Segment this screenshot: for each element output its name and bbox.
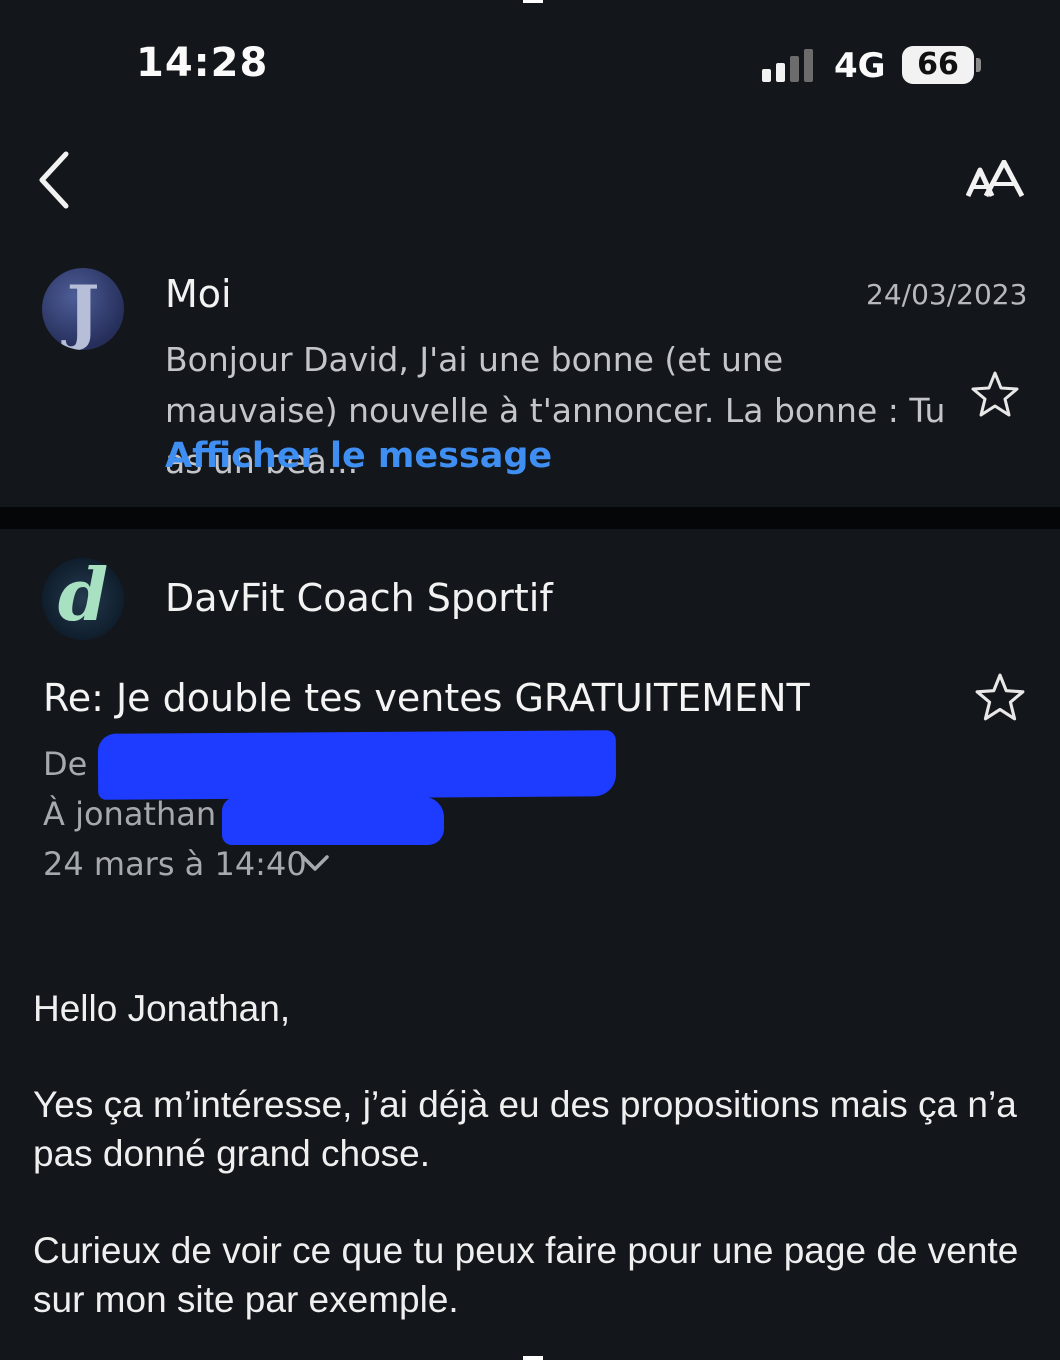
- status-time: 14:28: [136, 40, 269, 86]
- show-message-link[interactable]: Afficher le message: [165, 436, 552, 476]
- top-indicator: [523, 0, 543, 3]
- email-greeting: Hello Jonathan,: [33, 988, 291, 1029]
- email-datetime[interactable]: 24 mars à 14:40: [43, 845, 307, 883]
- email-subject: Re: Je double tes ventes GRATUITEMENT: [43, 676, 810, 720]
- email-sender: DavFit Coach Sportif: [165, 576, 553, 620]
- redaction-mark: [222, 797, 444, 845]
- email-paragraph: Curieux de voir ce que tu peux faire pou…: [33, 1230, 1019, 1320]
- message-divider: [0, 507, 1060, 529]
- signal-icon: [762, 48, 818, 82]
- redaction-mark: [97, 730, 617, 800]
- star-icon[interactable]: [970, 370, 1020, 420]
- network-type: 4G: [834, 46, 886, 86]
- bottom-indicator: [523, 1356, 543, 1360]
- sender-avatar: d: [42, 558, 124, 640]
- to-field[interactable]: À jonathan: [43, 795, 216, 833]
- chevron-left-icon: [39, 151, 69, 209]
- preview-date: 24/03/2023: [866, 278, 1028, 311]
- avatar-letter: J: [66, 270, 100, 350]
- preview-sender: Moi: [165, 272, 232, 316]
- text-size-icon: [965, 159, 1025, 198]
- email-paragraph: Yes ça m’intéresse, j’ai déjà eu des pro…: [33, 1084, 1017, 1174]
- text-size-button[interactable]: [965, 159, 1026, 200]
- back-button[interactable]: [36, 150, 76, 210]
- battery-icon: 66: [902, 46, 974, 84]
- avatar: J: [42, 268, 124, 350]
- avatar-letter: d: [57, 558, 109, 637]
- star-icon[interactable]: [974, 672, 1026, 724]
- chevron-down-icon[interactable]: [300, 852, 330, 874]
- battery-tip: [976, 58, 981, 72]
